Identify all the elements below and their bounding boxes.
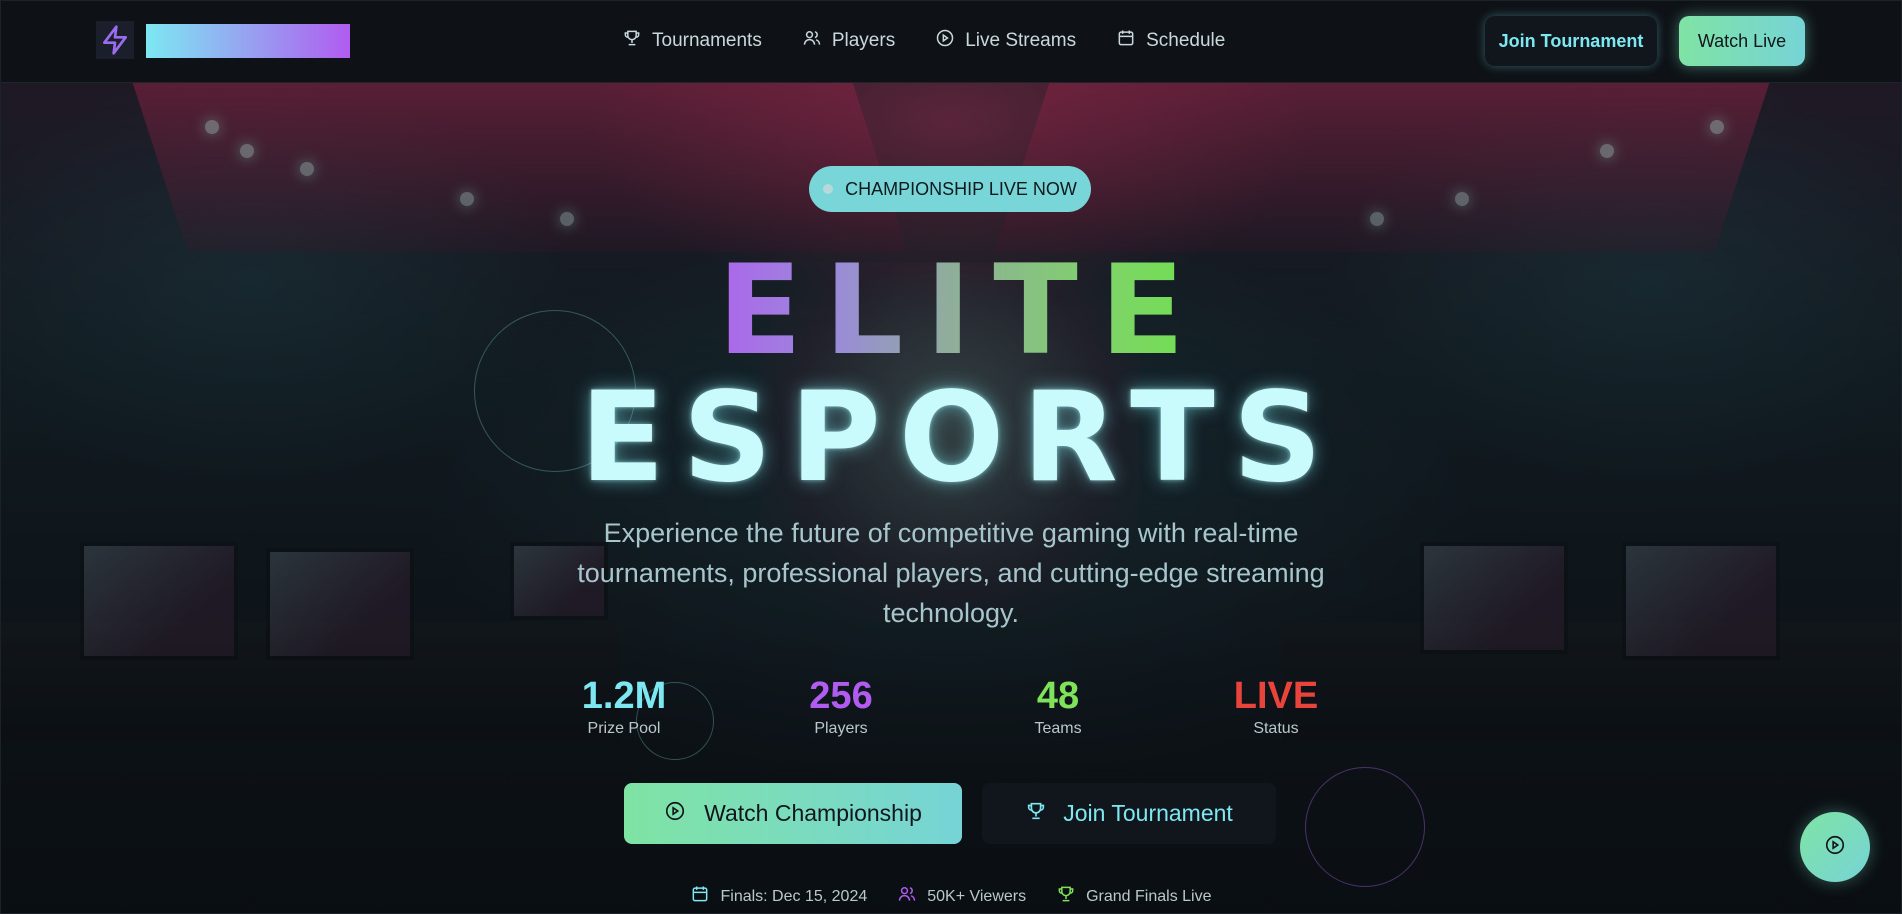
info-viewers: 50K+ Viewers [897,884,1026,909]
stat-value: 48 [1036,675,1080,717]
calendar-icon [1116,28,1136,54]
stat-label: Prize Pool [587,720,661,737]
stat-label: Status [1253,720,1299,737]
live-dot-icon [823,184,834,194]
watch-live-button[interactable]: Watch Live [1679,16,1805,66]
play-circle-icon [664,800,686,828]
floating-play-button[interactable] [1800,812,1870,882]
stat-label: Players [814,720,868,737]
lightning-logo-icon[interactable] [96,21,134,59]
nav-item-players[interactable]: Players [802,28,895,54]
stat-prize-pool: 1.2M Prize Pool [544,674,704,738]
stat-status: LIVE Status [1196,674,1356,738]
stat-value: 256 [809,675,873,717]
info-grand-finals: Grand Finals Live [1056,884,1212,909]
join-tournament-button[interactable]: Join Tournament [1485,16,1657,66]
trophy-icon [1025,800,1047,828]
nav-item-live-streams[interactable]: Live Streams [935,28,1076,54]
join-tournament-hero-button[interactable]: Join Tournament [982,783,1276,844]
brand-logo[interactable] [146,24,350,58]
users-icon [802,28,822,54]
top-navigation-bar: Tournaments Players Live Streams Schedul… [0,0,1902,83]
main-nav: Tournaments Players Live Streams Schedul… [622,28,1225,54]
play-circle-icon [935,28,955,54]
button-label: Watch Championship [704,800,922,826]
play-circle-icon [1824,834,1846,860]
hero-title-line1: ELITE [0,246,1902,376]
championship-live-badge: CHAMPIONSHIP LIVE NOW [809,166,1091,212]
info-text: 50K+ Viewers [927,887,1027,905]
hero-subtitle: Experience the future of competitive gam… [577,518,1325,628]
stat-label: Teams [1034,720,1082,737]
watch-championship-button[interactable]: Watch Championship [624,783,962,844]
event-info-row: Finals: Dec 15, 2024 50K+ Viewers Grand … [0,884,1902,909]
decorative-ring [1305,767,1425,887]
nav-item-tournaments[interactable]: Tournaments [622,28,762,54]
users-icon [897,884,917,909]
info-text: Finals: Dec 15, 2024 [720,887,868,905]
info-text: Grand Finals Live [1086,887,1212,905]
calendar-icon [690,884,710,909]
trophy-icon [622,28,642,54]
nav-label: Schedule [1146,30,1226,51]
stats-row: 1.2M Prize Pool 256 Players 48 Teams LIV… [0,674,1902,744]
nav-label: Live Streams [965,30,1077,51]
stat-teams: 48 Teams [978,674,1138,738]
nav-item-schedule[interactable]: Schedule [1116,28,1225,54]
button-label: Join Tournament [1063,800,1233,826]
nav-label: Tournaments [652,30,762,51]
trophy-icon [1056,884,1076,909]
stat-players: 256 Players [761,674,921,738]
badge-label: CHAMPIONSHIP LIVE NOW [845,178,1077,199]
info-finals-date: Finals: Dec 15, 2024 [690,884,867,909]
hero-title-line2: ESPORTS [579,366,1341,510]
nav-label: Players [831,30,896,51]
stat-value: 1.2M [581,675,667,717]
stat-value: LIVE [1233,675,1319,717]
